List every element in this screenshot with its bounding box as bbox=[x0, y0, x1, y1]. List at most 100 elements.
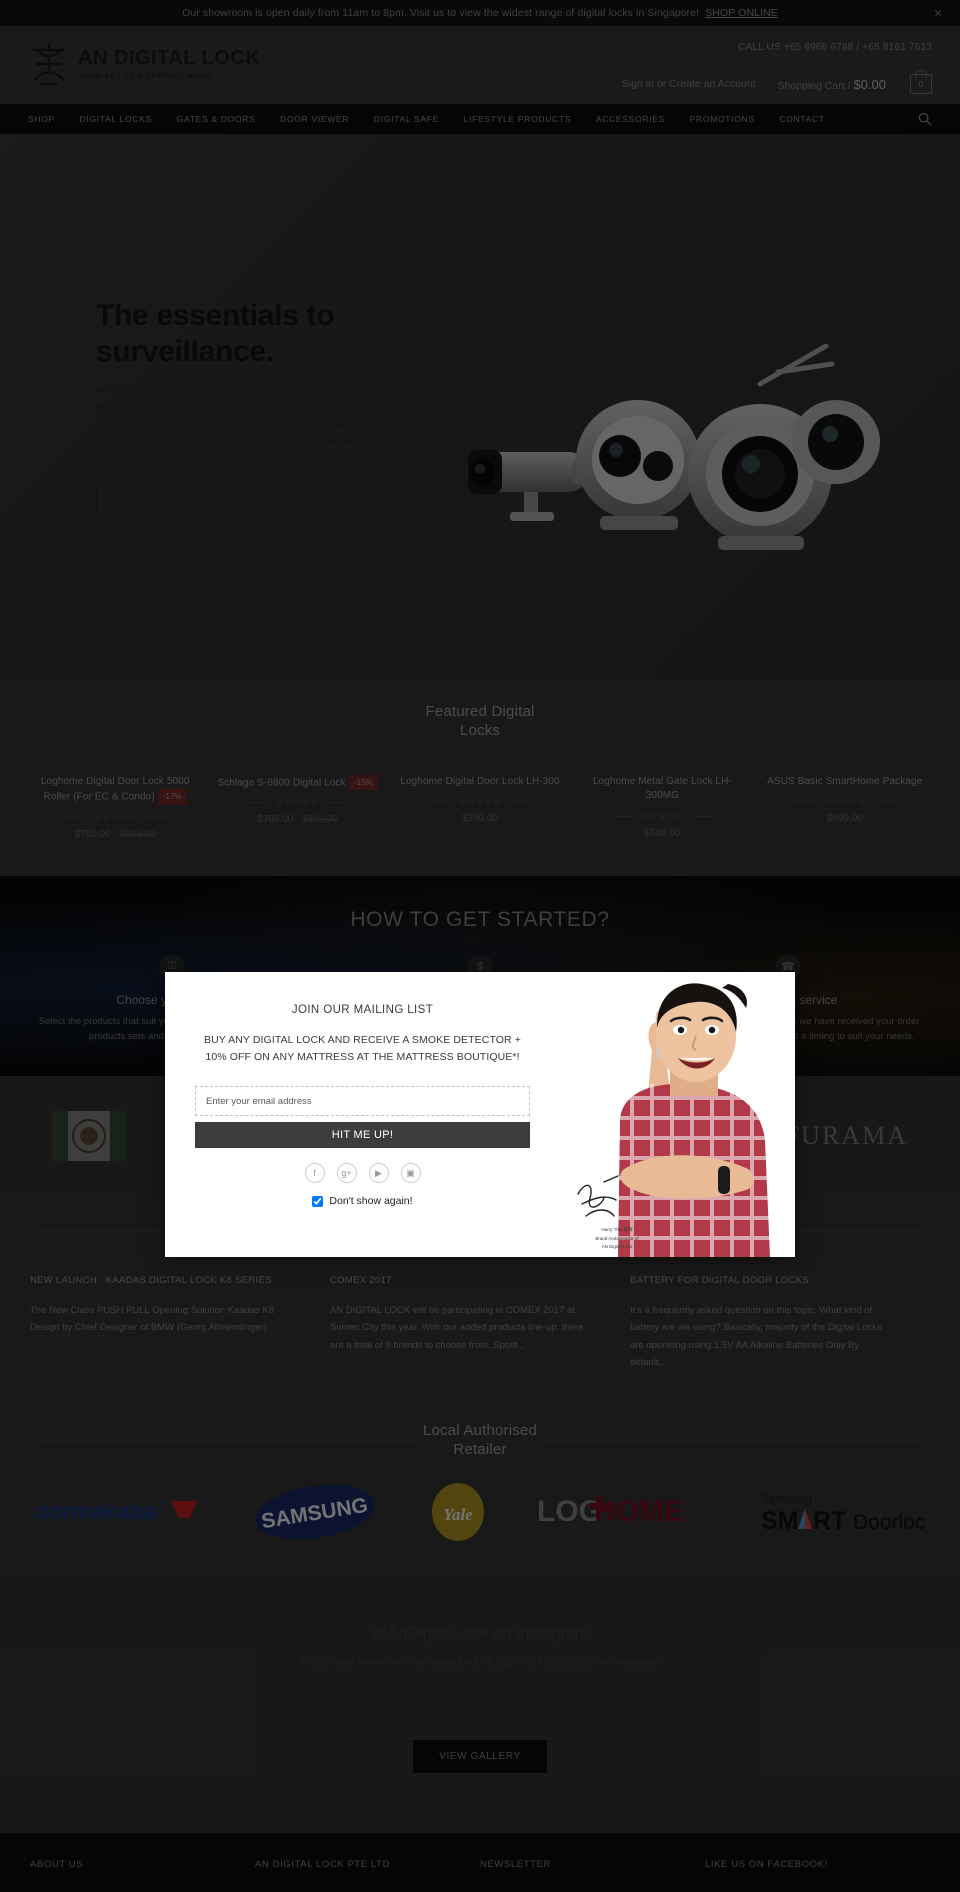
nav-separator: · bbox=[360, 114, 363, 124]
nav-item-digital-locks[interactable]: DIGITAL LOCKS bbox=[80, 114, 152, 124]
authorised-retailer-section: Local Authorised Retailer dormakaba SAMS… bbox=[0, 1401, 960, 1572]
nav-item-shop[interactable]: SHOP bbox=[28, 114, 55, 124]
view-gallery-button[interactable]: VIEW GALLERY bbox=[413, 1740, 547, 1774]
nav-item-digital-safe[interactable]: DIGITAL SAFE bbox=[374, 114, 439, 124]
site-header: AN DIGITAL LOCK YOUR KEY TO A PERFECT HO… bbox=[0, 26, 960, 104]
samsung-logo: SAMSUNG bbox=[255, 1485, 375, 1540]
hero-cta-button[interactable]: CLICK FOR MORE DETAILS › bbox=[96, 485, 267, 515]
footer-col-newsletter: NEWSLETTER bbox=[480, 1859, 705, 1870]
modal-subtitle: BUY ANY DIGITAL LOCK AND RECEIVE A SMOKE… bbox=[204, 1034, 521, 1063]
svg-text:Doorlock: Doorlock bbox=[853, 1511, 926, 1534]
email-input[interactable] bbox=[195, 1086, 530, 1116]
post-title[interactable]: COMEX 2017 bbox=[330, 1275, 590, 1286]
nav-item-lifestyle-products[interactable]: LIFESTYLE PRODUCTS bbox=[464, 114, 572, 124]
nav-item-gates-doors[interactable]: GATES & DOORS bbox=[177, 114, 256, 124]
svg-text:RT: RT bbox=[813, 1507, 846, 1535]
section-title: Local Authorised Retailer bbox=[422, 1421, 538, 1458]
divider bbox=[36, 721, 420, 723]
instagram-subtext: Protect your homes with our Digital Lock… bbox=[300, 1657, 660, 1669]
post-title[interactable]: BATTERY FOR DIGITAL DOOR LOCKS bbox=[630, 1275, 890, 1286]
product-price-old: $899.00 bbox=[119, 828, 156, 840]
footer-col-company: AN DIGITAL LOCK PTE LTD bbox=[255, 1859, 480, 1870]
nav-item-accessories[interactable]: ACCESSORIES bbox=[596, 114, 665, 124]
sign-in-link[interactable]: Sign in or Create an Account bbox=[622, 78, 756, 90]
product-price: $588.00 bbox=[644, 827, 681, 839]
section-title: Featured Digital Locks bbox=[425, 703, 535, 739]
star-rating: ☆☆☆☆☆ bbox=[276, 797, 320, 808]
nav-separator: · bbox=[450, 114, 453, 124]
ambassador-name: Harry Thio 张辉 bbox=[601, 1226, 633, 1232]
footer-heading: LIKE US ON FACEBOOK! bbox=[705, 1859, 828, 1871]
update-post[interactable]: NEW LAUNCH : KAADAS DIGITAL LOCK K8 SERI… bbox=[30, 1275, 330, 1372]
rating-row: ☆☆☆☆☆ bbox=[397, 796, 563, 807]
cart-icon[interactable] bbox=[910, 74, 932, 94]
nav-separator: · bbox=[266, 114, 270, 124]
product-name: Schlage S-6800 Digital Lock bbox=[217, 776, 346, 788]
logo-tagline: YOUR KEY TO A PERFECT HOME bbox=[78, 71, 213, 80]
brand-ambassador-photo bbox=[560, 972, 795, 1257]
discount-badge: -15% bbox=[348, 774, 378, 791]
product-price-old: $899.00 bbox=[302, 814, 339, 826]
instagram-icon[interactable]: ▣ bbox=[400, 1163, 421, 1183]
shop-online-link[interactable]: SHOP ONLINE bbox=[705, 7, 778, 19]
divider bbox=[428, 801, 451, 802]
close-icon[interactable]: × bbox=[934, 7, 942, 20]
cart-total: $0.00 bbox=[853, 76, 886, 92]
dont-show-again-label: Don't show again! bbox=[329, 1195, 413, 1207]
furama-logo: FURAMA bbox=[784, 1120, 908, 1150]
cart-link[interactable]: Shopping Cart / $0.00 bbox=[778, 77, 886, 92]
logo-title: AN DIGITAL LOCK bbox=[78, 47, 261, 69]
star-rating: ☆☆☆☆☆ bbox=[93, 811, 137, 822]
nav-separator: · bbox=[676, 114, 679, 124]
product-card[interactable]: Loghome Metal Gate Lock LH-300MG ☆☆☆☆☆ $… bbox=[571, 775, 753, 840]
product-card[interactable]: ASUS Basic SmartHome Package ☆☆☆☆☆ $699.… bbox=[754, 775, 936, 840]
newsletter-modal: JOIN OUR MAILING LIST BUY ANY DIGITAL LO… bbox=[165, 972, 795, 1257]
product-card[interactable]: Loghome Digital Door Lock LH-300 ☆☆☆☆☆ $… bbox=[389, 775, 571, 840]
announcement-bar: Our showroom is open daily from 11am to … bbox=[0, 0, 960, 26]
product-card[interactable]: Loghome Digital Door Lock 5000 Roller (F… bbox=[24, 775, 206, 840]
facebook-icon[interactable]: f bbox=[304, 1163, 325, 1183]
update-post[interactable]: BATTERY FOR DIGITAL DOOR LOCKS It's a fr… bbox=[630, 1275, 930, 1372]
retailer-heading: Local Authorised Retailer bbox=[0, 1422, 960, 1460]
yale-logo: Yale bbox=[431, 1483, 484, 1542]
divider bbox=[36, 1440, 420, 1442]
star-rating: ☆☆☆☆☆ bbox=[641, 810, 684, 821]
subscribe-button[interactable]: HIT ME UP! bbox=[195, 1122, 530, 1148]
footer-col-about: ABOUT US bbox=[30, 1859, 255, 1870]
samsung-smart-doorlock-logo: Samsung SM RT Doorlock bbox=[761, 1492, 926, 1535]
divider bbox=[246, 802, 269, 804]
loghome-logo: LOG HOME bbox=[537, 1495, 684, 1528]
instagram-section: @AnDigitalLock on Instagram Protect your… bbox=[0, 1571, 960, 1834]
security-cameras-image bbox=[468, 344, 880, 550]
featured-heading: Featured Digital Locks bbox=[0, 703, 960, 741]
dont-show-again-checkbox[interactable] bbox=[312, 1195, 324, 1207]
dont-show-again-row[interactable]: Don't show again! bbox=[195, 1195, 530, 1207]
modal-content: JOIN OUR MAILING LIST BUY ANY DIGITAL LO… bbox=[165, 972, 560, 1257]
social-links: f g+ ▶ ▣ bbox=[195, 1163, 530, 1183]
site-logo[interactable]: AN DIGITAL LOCK YOUR KEY TO A PERFECT HO… bbox=[28, 40, 260, 88]
post-excerpt: AN DIGITAL LOCK will be participating in… bbox=[330, 1304, 584, 1351]
cart-label: Shopping Cart / bbox=[777, 79, 851, 92]
nav-item-contact[interactable]: CONTACT bbox=[779, 114, 824, 124]
ambassador-role-2: AN Digital Lock bbox=[601, 1244, 633, 1250]
post-title[interactable]: NEW LAUNCH : KAADAS DIGITAL LOCK K8 SERI… bbox=[30, 1275, 290, 1286]
footer-heading: AN DIGITAL LOCK PTE LTD bbox=[255, 1859, 391, 1871]
search-icon[interactable] bbox=[918, 112, 932, 126]
dormakaba-logo: dormakaba bbox=[34, 1498, 197, 1524]
nav-item-door-viewer[interactable]: DOOR VIEWER bbox=[280, 114, 349, 124]
hero-title: The essentials to surveillance. bbox=[96, 299, 335, 368]
rating-row: ☆☆☆☆☆ bbox=[214, 797, 380, 808]
product-name: ASUS Basic SmartHome Package bbox=[767, 775, 923, 787]
footer-heading: ABOUT US bbox=[30, 1859, 84, 1871]
nav-separator: · bbox=[162, 114, 166, 124]
nav-item-promotions[interactable]: PROMOTIONS bbox=[690, 114, 755, 124]
divider bbox=[327, 802, 350, 804]
an-digital-lock-logo-icon bbox=[32, 42, 66, 86]
youtube-icon[interactable]: ▶ bbox=[368, 1163, 389, 1183]
update-post[interactable]: COMEX 2017 AN DIGITAL LOCK will be parti… bbox=[330, 1275, 630, 1372]
google-plus-icon[interactable]: g+ bbox=[336, 1163, 357, 1183]
retailer-logos: dormakaba SAMSUNG Yale LOG HOME Samsung … bbox=[0, 1459, 960, 1543]
updates-grid: NEW LAUNCH : KAADAS DIGITAL LOCK K8 SERI… bbox=[0, 1275, 960, 1372]
product-card[interactable]: Schlage S-6800 Digital Lock -15% ☆☆☆☆☆ $7… bbox=[206, 774, 388, 840]
discount-badge: -17% bbox=[157, 789, 187, 805]
